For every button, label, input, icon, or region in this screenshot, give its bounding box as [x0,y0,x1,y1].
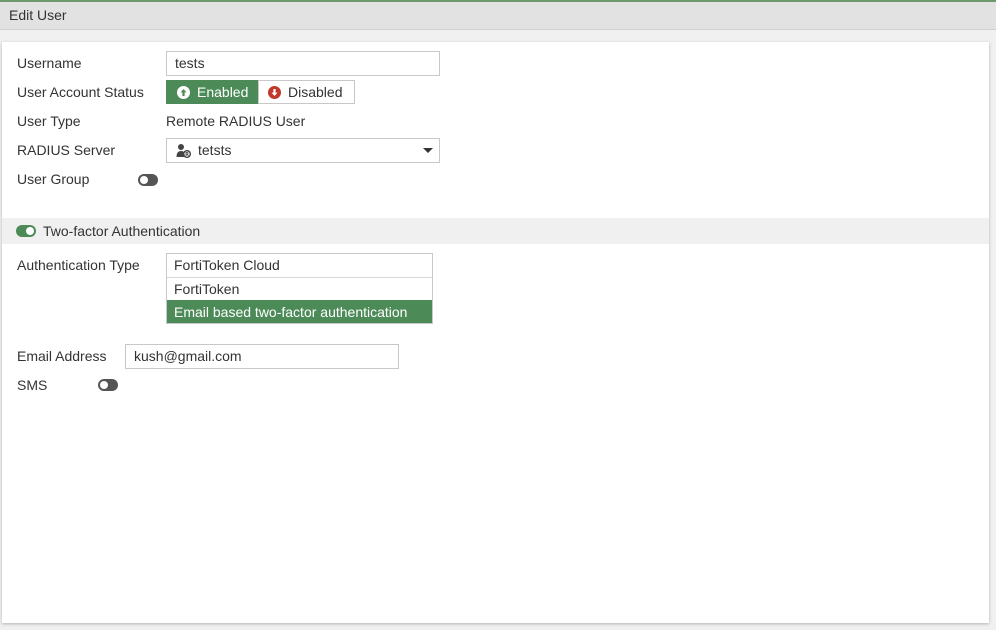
user-group-toggle[interactable] [138,174,158,186]
status-disabled-label: Disabled [288,84,343,100]
username-label: Username [17,55,82,71]
page-title: Edit User [9,7,67,23]
auth-option-fortitoken-cloud[interactable]: FortiToken Cloud [167,254,432,277]
auth-type-label: Authentication Type [17,257,140,273]
dialog-header: Edit User [0,2,996,30]
user-group-label: User Group [17,171,90,187]
email-label: Email Address [17,348,107,364]
radius-server-select[interactable]: R tetsts [166,138,440,163]
auth-option-fortitoken[interactable]: FortiToken [167,277,432,300]
user-type-label: User Type [17,113,81,129]
account-status-label: User Account Status [17,84,144,100]
two-factor-toggle[interactable] [16,225,36,237]
auth-type-list[interactable]: FortiToken Cloud FortiToken Email based … [166,253,433,324]
status-disabled-button[interactable]: Disabled [258,80,355,104]
status-enabled-label: Enabled [197,84,249,100]
username-input[interactable]: tests [166,51,440,76]
email-input[interactable]: kush@gmail.com [125,344,399,369]
sms-label: SMS [17,377,48,393]
sms-toggle[interactable] [98,379,118,391]
edit-user-form-panel: Username tests User Account Status Enabl… [2,42,989,623]
radius-server-label: RADIUS Server [17,142,116,158]
radius-server-value: tetsts [198,142,232,158]
arrow-down-circle-icon [268,85,281,99]
user-type-value: Remote RADIUS User [166,113,306,129]
auth-option-email[interactable]: Email based two-factor authentication [167,300,432,323]
two-factor-section-header: Two-factor Authentication [2,218,989,244]
arrow-up-circle-icon [177,85,190,99]
radius-user-icon: R [176,143,192,162]
status-enabled-button[interactable]: Enabled [166,80,258,104]
svg-text:R: R [185,152,189,158]
two-factor-title: Two-factor Authentication [43,223,201,239]
chevron-down-icon [423,148,433,153]
